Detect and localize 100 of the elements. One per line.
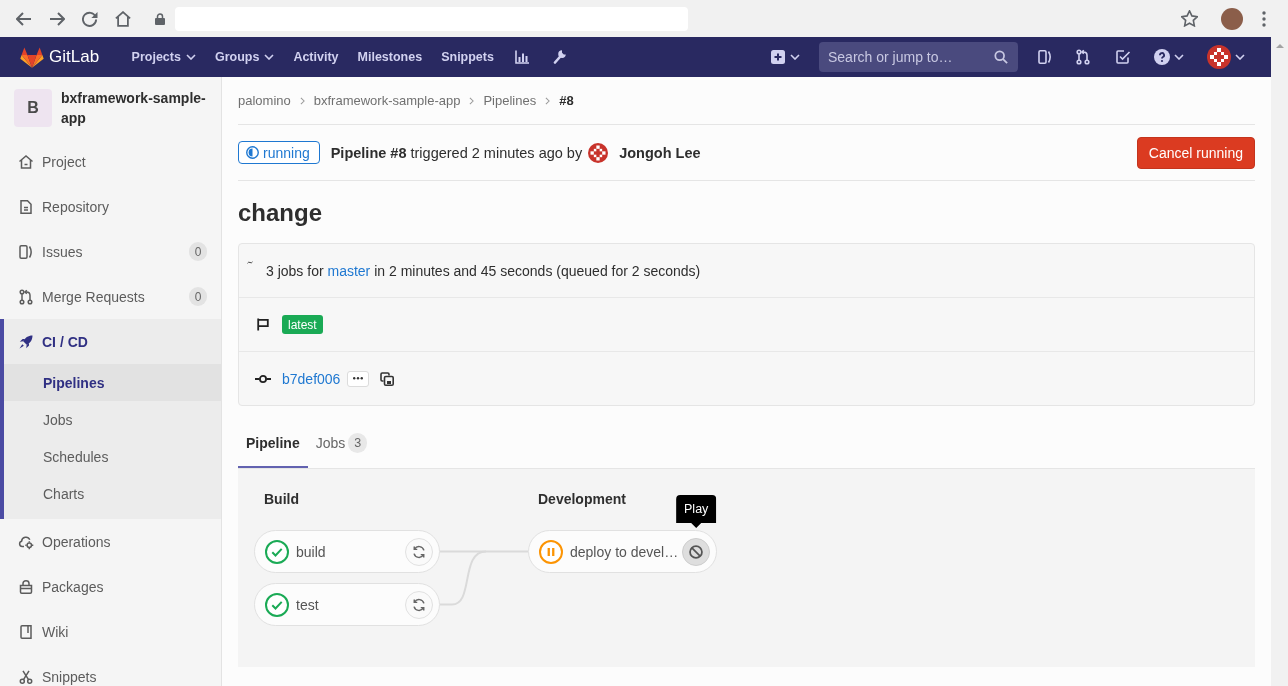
retry-button[interactable] xyxy=(405,590,433,619)
chevron-right-icon xyxy=(469,96,475,105)
search-field[interactable]: Search or jump to… xyxy=(819,42,1018,72)
sidebar-item[interactable]: Snippets xyxy=(0,654,221,686)
profile-avatar[interactable] xyxy=(1221,7,1243,30)
count-badge: 0 xyxy=(189,287,207,306)
fox-logo-icon xyxy=(20,46,44,68)
pipeline-title: change xyxy=(238,198,324,228)
project-name[interactable]: bxframework-sample-app xyxy=(61,88,213,128)
tooltip: Play xyxy=(676,495,717,528)
forward-arrow-icon[interactable] xyxy=(49,11,65,26)
tab[interactable]: Jobs 3 xyxy=(307,420,376,468)
sidebar-subitem[interactable]: Charts xyxy=(4,475,221,512)
user-avatar[interactable] xyxy=(588,142,609,163)
sidebar-subitem[interactable]: Pipelines xyxy=(4,364,221,401)
job-card[interactable]: deploy to devel… xyxy=(528,530,718,573)
copy-icon[interactable] xyxy=(380,371,395,386)
count-badge: 3 xyxy=(348,433,368,453)
count-badge: 0 xyxy=(189,242,207,261)
tilde-icon xyxy=(247,261,253,264)
breadcrumb-link[interactable]: #8 xyxy=(559,93,574,108)
chevron-down-icon xyxy=(790,54,800,60)
sidebar-item[interactable]: Issues 0 xyxy=(0,229,221,274)
breadcrumb-link[interactable]: bxframework-sample-app xyxy=(313,93,461,108)
sidebar-item[interactable]: Packages xyxy=(0,564,221,609)
nav-link[interactable]: Milestones xyxy=(348,41,432,73)
wrench-icon[interactable] xyxy=(553,50,567,64)
bag-icon xyxy=(18,578,34,595)
play-button[interactable] xyxy=(682,537,711,566)
sidebar-subitem[interactable]: Jobs xyxy=(4,401,221,438)
home-icon[interactable] xyxy=(115,10,131,27)
project-avatar[interactable]: B xyxy=(14,89,52,127)
job-card[interactable]: test xyxy=(254,583,440,626)
search-icon[interactable] xyxy=(994,50,1008,64)
page-scrollbar[interactable] xyxy=(1271,37,1288,686)
nav-link[interactable]: Groups xyxy=(205,41,284,73)
reload-icon[interactable] xyxy=(82,10,98,27)
retry-icon xyxy=(412,544,426,559)
sidebar-item[interactable]: Project xyxy=(0,139,221,184)
checkbox-icon[interactable] xyxy=(1115,49,1131,65)
chevron-right-icon xyxy=(299,96,305,105)
home-link[interactable]: GitLab xyxy=(20,46,100,68)
job-name: deploy to devel… xyxy=(570,543,679,560)
lock-icon[interactable] xyxy=(155,12,165,25)
back-arrow-icon[interactable] xyxy=(16,11,32,26)
cancel-running-button[interactable]: Cancel running xyxy=(1136,136,1255,169)
plus-square-icon xyxy=(771,50,785,64)
rocket-icon xyxy=(18,333,34,350)
user-menu-button[interactable] xyxy=(1207,45,1245,69)
sidebar-item[interactable]: Operations xyxy=(0,519,221,564)
branch-merge-icon xyxy=(18,288,34,305)
nav-link[interactable]: Projects xyxy=(122,41,206,73)
check-circle-icon xyxy=(265,539,289,564)
chevron-down-icon xyxy=(264,54,275,60)
document-icon xyxy=(18,198,34,215)
house-icon xyxy=(18,153,34,170)
rectangle-bracket-icon xyxy=(18,243,34,260)
user-avatar xyxy=(1207,45,1231,69)
sidebar-subitem[interactable]: Schedules xyxy=(4,438,221,475)
sidebar-item[interactable]: Repository xyxy=(0,184,221,229)
nav-link[interactable]: Snippets xyxy=(431,41,504,73)
more-vertical-icon[interactable] xyxy=(1262,10,1266,27)
check-circle-icon xyxy=(265,592,289,617)
sidebar-item[interactable]: Merge Requests 0 xyxy=(0,274,221,319)
nav-link[interactable]: Activity xyxy=(283,41,349,73)
status-badge[interactable]: running xyxy=(238,141,320,164)
retry-icon xyxy=(412,597,426,612)
new-menu-button[interactable] xyxy=(771,50,800,64)
star-icon[interactable] xyxy=(1181,10,1198,27)
breadcrumb-link[interactable]: palomino xyxy=(238,93,291,108)
sidebar-item[interactable]: CI / CD xyxy=(4,319,221,364)
rectangle-bracket-icon[interactable] xyxy=(1037,49,1053,65)
job-name: test xyxy=(296,596,319,613)
help-menu-button[interactable] xyxy=(1154,49,1184,65)
pipeline-trigger-text: Pipeline #8 triggered 2 minutes ago by xyxy=(330,144,583,161)
breadcrumb-link[interactable]: Pipelines xyxy=(483,93,537,108)
book-icon xyxy=(18,623,34,640)
flag-icon xyxy=(257,318,269,331)
pipeline-badge: latest xyxy=(282,315,323,334)
stage-title: Build xyxy=(263,490,299,509)
author-link[interactable]: Jongoh Lee xyxy=(619,144,701,161)
pipeline-summary: 3 jobs for master in 2 minutes and 45 seconds (queued for 2 seconds) xyxy=(266,262,701,279)
bar-chart-icon[interactable] xyxy=(515,50,530,64)
chevron-down-icon xyxy=(1174,54,1184,60)
ellipsis-icon xyxy=(353,377,364,380)
branch-link[interactable]: master xyxy=(327,262,371,279)
job-card[interactable]: build xyxy=(254,530,440,573)
stage-title: Development xyxy=(537,490,626,509)
more-button[interactable] xyxy=(347,370,370,387)
sidebar-item[interactable]: Wiki xyxy=(0,609,221,654)
scissors-icon xyxy=(18,668,34,685)
chevron-down-icon xyxy=(185,54,196,60)
chevron-down-icon xyxy=(1235,54,1245,60)
retry-button[interactable] xyxy=(405,537,433,566)
branch-merge-icon[interactable] xyxy=(1075,49,1091,65)
chevron-right-icon xyxy=(545,96,551,105)
ban-icon xyxy=(689,544,704,559)
commit-link[interactable]: b7def006 xyxy=(282,370,341,387)
help-icon xyxy=(1154,49,1170,65)
half-circle-icon xyxy=(246,146,259,159)
